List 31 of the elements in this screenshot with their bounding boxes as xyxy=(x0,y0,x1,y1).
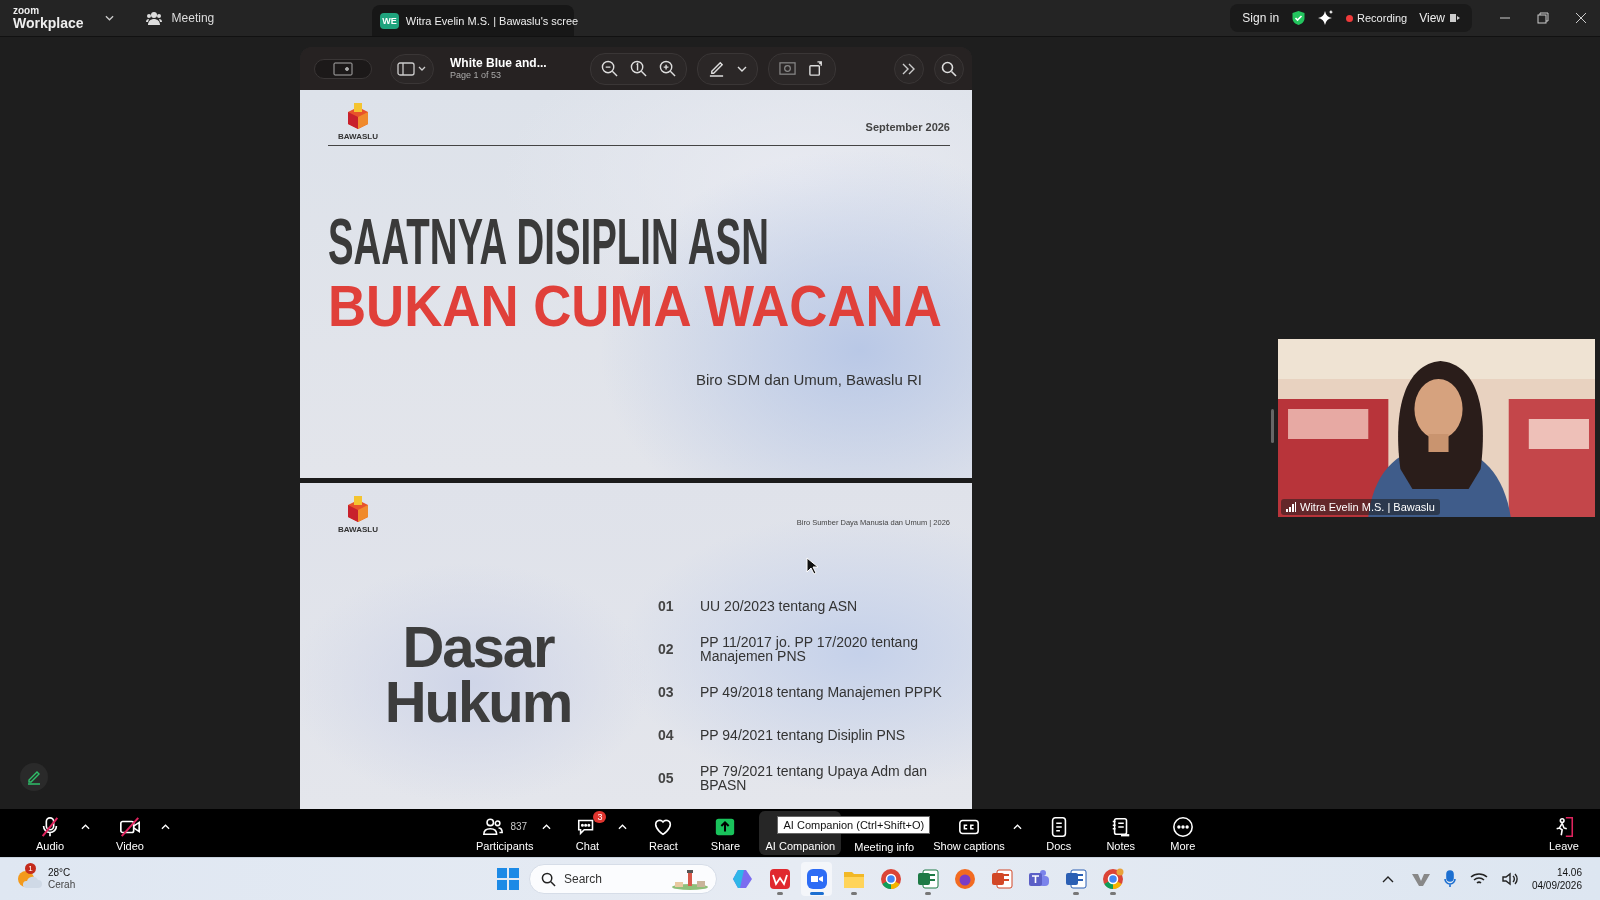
slide-heading: SAATNYA DISIPLIN ASN xyxy=(328,210,769,274)
list-number: 02 xyxy=(658,640,675,657)
list-item-text: UU 20/2023 tentang ASN xyxy=(700,598,859,613)
list-number: 03 xyxy=(658,683,675,700)
notification-badge: 3 xyxy=(593,810,607,823)
list-item-text: PP 49/2018 tentang Manajemen PPPK xyxy=(700,684,943,699)
logo-text: BAWASLU xyxy=(338,132,378,141)
recording-indicator: Recording xyxy=(1346,12,1408,24)
tooltip: AI Companion (Ctrl+Shift+O) xyxy=(777,816,931,834)
slide-title: Hukum xyxy=(384,674,572,730)
participant-name-text: Witra Evelin M.S. | Bawaslu xyxy=(1300,501,1435,513)
page-count: Page 1 of 53 xyxy=(450,70,503,82)
date: 04/09/2026 xyxy=(1531,879,1582,893)
list-number: 01 xyxy=(658,597,675,614)
list-number: 05 xyxy=(658,769,675,786)
time: 14.06 xyxy=(1556,865,1582,879)
slide-title: Dasar xyxy=(402,619,554,675)
logo-text: BAWASLU xyxy=(338,525,378,534)
temperature: 28°C xyxy=(48,866,72,879)
list-item-text: PP 11/2017 jo. PP 17/2020 tentang Manajemen PNS xyxy=(700,634,919,663)
weather-condition: Cerah xyxy=(48,879,76,892)
list-item-text: PP 79/2021 tentang Upaya Adm dan BPASN xyxy=(700,763,929,792)
slide-subtitle: Biro SDM dan Umum, Bawaslu RI xyxy=(696,370,923,388)
list-number: 04 xyxy=(658,726,675,743)
list-item-text: PP 94/2021 tentang Disiplin PNS xyxy=(700,727,907,742)
slide-date: September 2026 xyxy=(865,121,950,133)
app-logo: zoom Workplace xyxy=(13,6,84,30)
document-title: White Blue and... xyxy=(450,55,548,71)
slide-heading: BUKAN CUMA WACANA xyxy=(328,276,942,337)
notification-badge: 1 xyxy=(25,863,36,874)
avatar-initials: WE xyxy=(380,12,399,29)
